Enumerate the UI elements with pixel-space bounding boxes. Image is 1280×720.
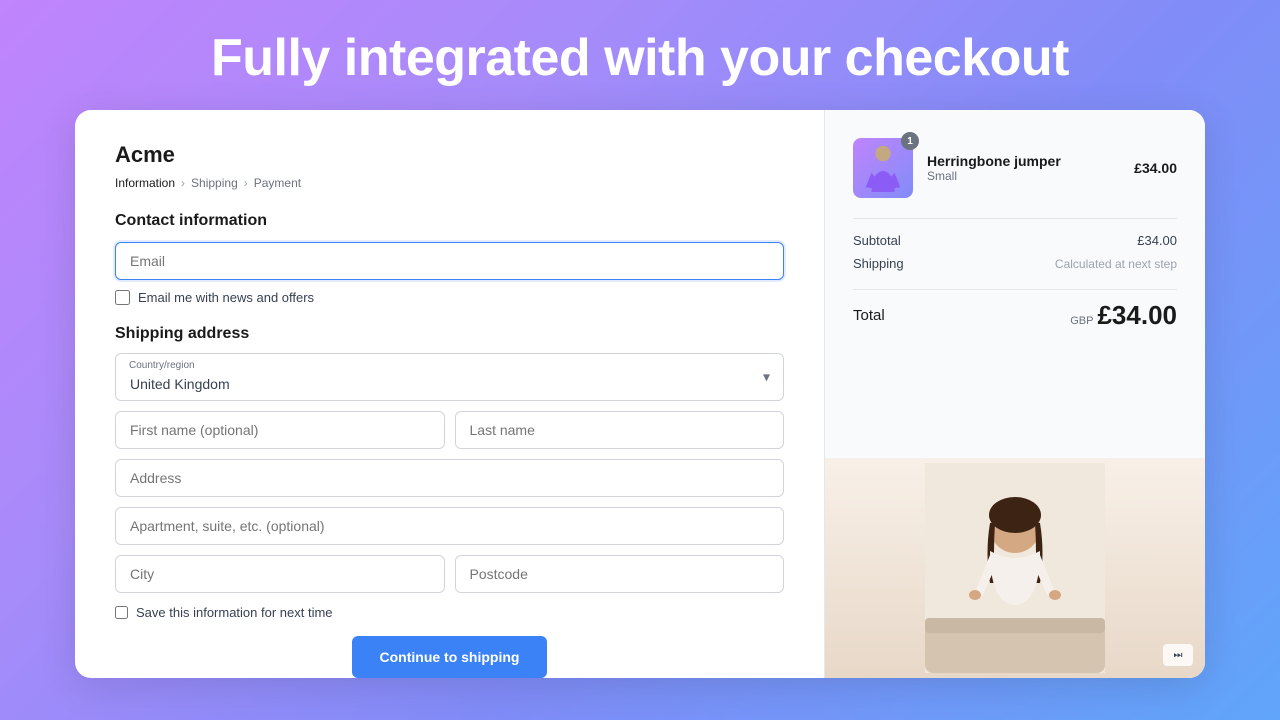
- subtotal-row: Subtotal £34.00: [853, 233, 1177, 248]
- checkout-card: Acme Information › Shipping › Payment Co…: [75, 110, 1205, 678]
- shipping-row: Shipping Calculated at next step: [853, 256, 1177, 271]
- video-thumbnail: ⏭: [825, 458, 1205, 678]
- product-info: Herringbone jumper Small: [927, 153, 1120, 183]
- total-amount-wrap: GBP £34.00: [1070, 300, 1177, 331]
- right-panel: 1 Herringbone jumper Small £34.00 Subtot…: [825, 110, 1205, 678]
- newsletter-label: Email me with news and offers: [138, 290, 314, 305]
- video-person-bg: ⏭: [825, 458, 1205, 678]
- first-name-input[interactable]: [115, 411, 445, 449]
- country-select[interactable]: United Kingdom: [115, 353, 784, 401]
- country-select-wrap: Country/region United Kingdom ▾: [115, 353, 784, 401]
- city-input[interactable]: [115, 555, 445, 593]
- product-price: £34.00: [1134, 160, 1177, 176]
- postcode-input[interactable]: [455, 555, 785, 593]
- newsletter-checkbox-row: Email me with news and offers: [115, 290, 784, 305]
- total-currency: GBP: [1070, 315, 1093, 327]
- product-thumbnail-svg: [863, 144, 903, 192]
- shipping-section-title: Shipping address: [115, 325, 784, 343]
- last-name-input[interactable]: [455, 411, 785, 449]
- address-row: [115, 459, 784, 497]
- email-input-wrap: [115, 242, 784, 280]
- breadcrumb: Information › Shipping › Payment: [115, 176, 784, 190]
- breadcrumb-sep-1: ›: [181, 176, 185, 190]
- breadcrumb-payment: Payment: [254, 176, 301, 190]
- left-panel: Acme Information › Shipping › Payment Co…: [75, 110, 825, 678]
- newsletter-checkbox[interactable]: [115, 290, 130, 305]
- continue-to-shipping-button[interactable]: Continue to shipping: [352, 636, 548, 678]
- product-variant: Small: [927, 169, 1120, 183]
- email-input[interactable]: [115, 242, 784, 280]
- product-badge: 1: [901, 132, 919, 150]
- total-row: Total GBP £34.00: [853, 289, 1177, 331]
- shipping-value: Calculated at next step: [1055, 257, 1177, 271]
- city-postcode-row: [115, 555, 784, 593]
- breadcrumb-sep-2: ›: [244, 176, 248, 190]
- save-info-checkbox-row: Save this information for next time: [115, 605, 784, 620]
- hero-title: Fully integrated with your checkout: [211, 0, 1069, 110]
- video-controls-icon: ⏭: [1163, 644, 1193, 666]
- store-name: Acme: [115, 142, 784, 168]
- breadcrumb-shipping: Shipping: [191, 176, 238, 190]
- address-input[interactable]: [115, 459, 784, 497]
- subtotal-label: Subtotal: [853, 233, 901, 248]
- product-row: 1 Herringbone jumper Small £34.00: [853, 138, 1177, 198]
- product-name: Herringbone jumper: [927, 153, 1120, 169]
- shipping-label: Shipping: [853, 256, 904, 271]
- video-person-svg: [925, 463, 1105, 673]
- save-info-checkbox[interactable]: [115, 606, 128, 619]
- apt-row: [115, 507, 784, 545]
- product-image-wrap: 1: [853, 138, 913, 198]
- breadcrumb-information: Information: [115, 176, 175, 190]
- contact-section-title: Contact information: [115, 212, 784, 230]
- save-info-label: Save this information for next time: [136, 605, 333, 620]
- subtotal-value: £34.00: [1137, 233, 1177, 248]
- apt-input[interactable]: [115, 507, 784, 545]
- name-row: [115, 411, 784, 449]
- total-amount: £34.00: [1097, 300, 1177, 331]
- total-label: Total: [853, 307, 885, 324]
- divider-1: [853, 218, 1177, 219]
